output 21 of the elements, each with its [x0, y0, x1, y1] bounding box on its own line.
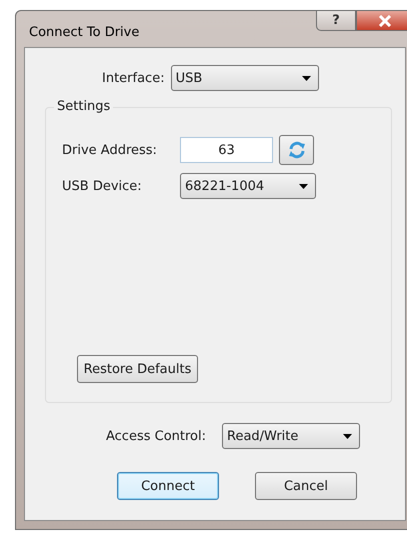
interface-label: Interface:: [102, 70, 165, 86]
caret-icon: [343, 434, 352, 438]
drive-address-field[interactable]: 63: [180, 137, 273, 163]
restore-defaults-button[interactable]: Restore Defaults: [77, 355, 198, 383]
refresh-button[interactable]: [279, 135, 314, 165]
cancel-button[interactable]: Cancel: [255, 472, 357, 500]
window-title: Connect To Drive: [29, 25, 140, 40]
help-button[interactable]: ?: [316, 11, 356, 31]
drive-address-label: Drive Address:: [62, 142, 158, 158]
settings-title: Settings: [54, 99, 114, 114]
usb-device-label: USB Device:: [62, 178, 143, 194]
access-control-dropdown[interactable]: Read/Write: [222, 423, 360, 449]
caret-icon: [299, 184, 308, 188]
refresh-icon: [286, 140, 306, 160]
connect-button[interactable]: Connect: [117, 472, 219, 500]
caret-icon: [302, 76, 311, 80]
close-icon: [378, 14, 392, 26]
access-control-label: Access Control:: [106, 428, 206, 444]
usb-device-dropdown[interactable]: 68221-1004: [180, 173, 316, 199]
close-button[interactable]: [356, 11, 407, 31]
interface-dropdown[interactable]: USB: [170, 65, 319, 91]
